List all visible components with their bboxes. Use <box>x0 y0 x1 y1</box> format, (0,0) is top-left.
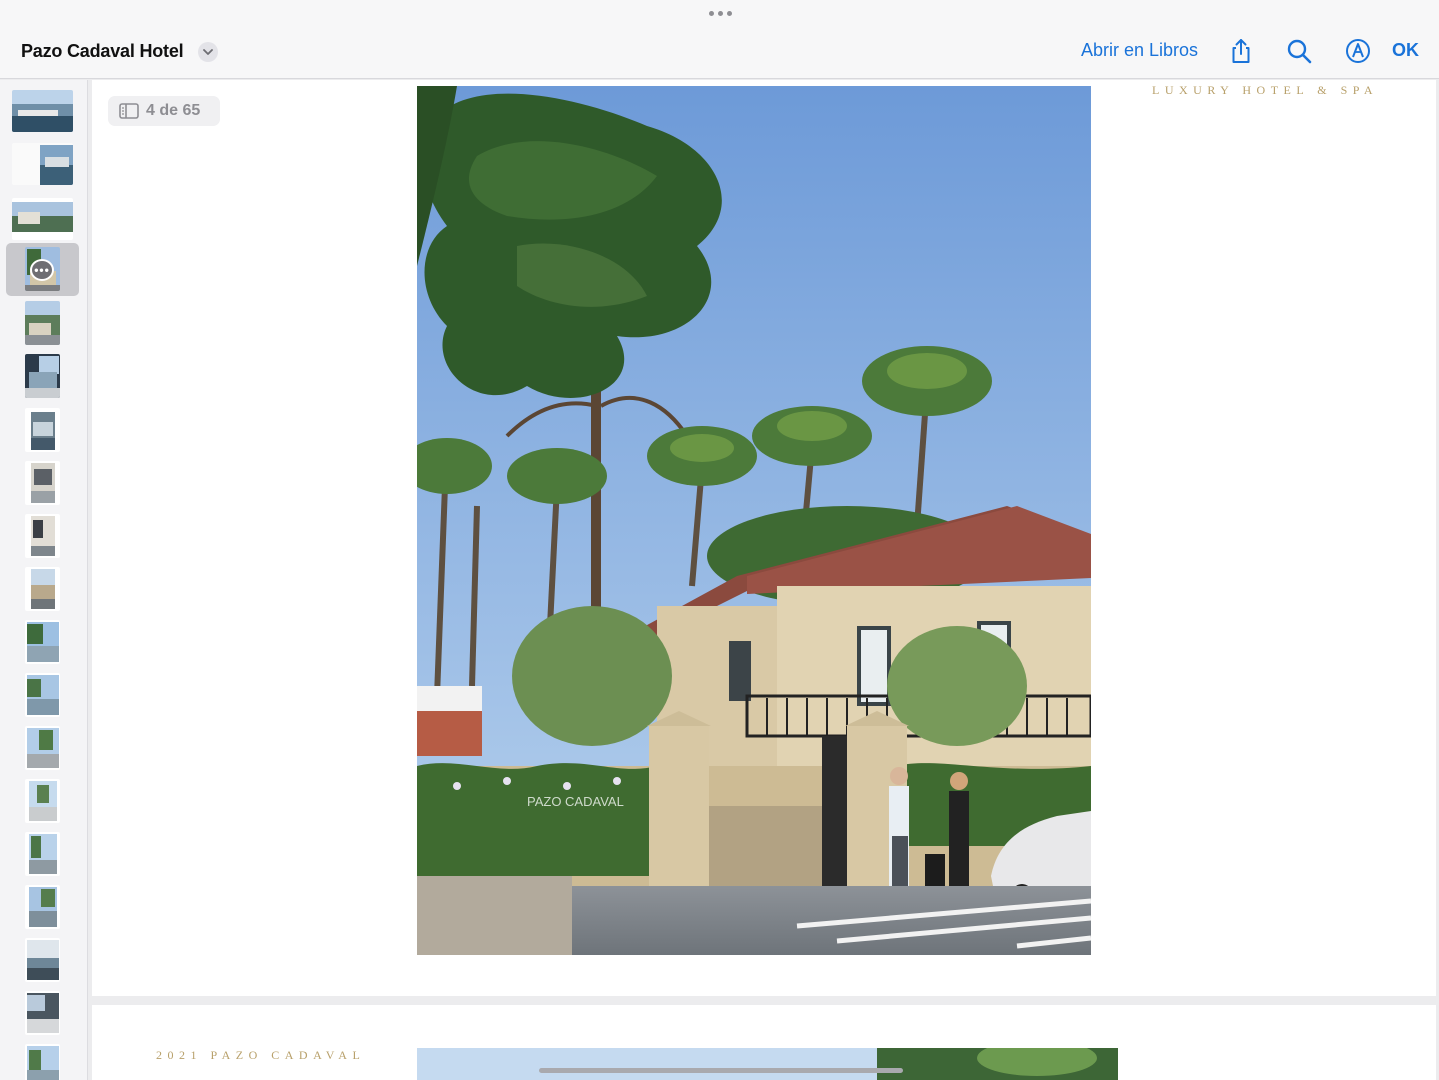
page-thumbnail-14[interactable] <box>25 779 60 823</box>
page-thumbnail-2[interactable] <box>12 143 73 185</box>
page-thumbnail-8[interactable] <box>25 461 60 505</box>
page-thumbnail-12[interactable] <box>25 673 60 717</box>
photo-watermark: PAZO CADAVAL <box>527 794 624 809</box>
top-toolbar: Pazo Cadaval Hotel Abrir en Libros OK <box>0 0 1439 79</box>
hotel-photo: PAZO CADAVAL <box>417 86 1091 955</box>
page-brand-text: LUXURY HOTEL & SPA <box>1152 83 1379 97</box>
more-dots-icon[interactable] <box>708 9 732 17</box>
page-indicator[interactable]: 4 de 65 <box>108 96 220 126</box>
document-viewer[interactable]: 4 de 65 LUXURY HOTEL & SPA PAZO CADAVAL … <box>90 80 1439 1080</box>
page-5-photo <box>417 1048 1118 1080</box>
chevron-down-icon[interactable] <box>198 42 218 62</box>
page-thumbnail-18[interactable] <box>25 991 60 1035</box>
page-brand-text-2: 2021 PAZO CADAVAL <box>156 1048 366 1062</box>
page-thumbnail-7[interactable] <box>25 408 60 452</box>
pdf-page-4: 4 de 65 LUXURY HOTEL & SPA PAZO CADAVAL <box>92 80 1436 996</box>
page-thumbnail-16[interactable] <box>25 885 60 929</box>
horizontal-scroll-indicator[interactable] <box>539 1068 903 1073</box>
page-thumbnail-15[interactable] <box>25 832 60 876</box>
page-thumbnail-17[interactable] <box>25 938 60 982</box>
thumbnail-sidebar[interactable]: ••• <box>0 80 88 1080</box>
page-thumbnail-3[interactable] <box>12 198 73 240</box>
page-thumbnail-6[interactable] <box>25 354 60 398</box>
hotel-entrance-image: PAZO CADAVAL <box>417 86 1091 955</box>
open-in-books-button[interactable]: Abrir en Libros <box>1081 40 1198 61</box>
ok-button[interactable]: OK <box>1392 40 1419 61</box>
page-indicator-label: 4 de 65 <box>146 102 201 119</box>
document-title[interactable]: Pazo Cadaval Hotel <box>21 41 184 62</box>
sidebar-icon <box>119 103 139 119</box>
share-icon[interactable] <box>1227 37 1255 65</box>
search-icon[interactable] <box>1285 37 1313 65</box>
page-thumbnail-11[interactable] <box>25 620 60 664</box>
page-thumbnail-5[interactable] <box>25 301 60 345</box>
markup-icon[interactable] <box>1344 37 1372 65</box>
page-thumbnail-13[interactable] <box>25 726 60 770</box>
page-thumbnail-9[interactable] <box>25 514 60 558</box>
page-thumbnail-10[interactable] <box>25 567 60 611</box>
page-thumbnail-1[interactable] <box>12 90 73 132</box>
thumbnail-more-button[interactable]: ••• <box>30 259 54 281</box>
page-thumbnail-19[interactable] <box>25 1044 60 1080</box>
pdf-viewer-app: Pazo Cadaval Hotel Abrir en Libros OK ••… <box>0 0 1439 1080</box>
